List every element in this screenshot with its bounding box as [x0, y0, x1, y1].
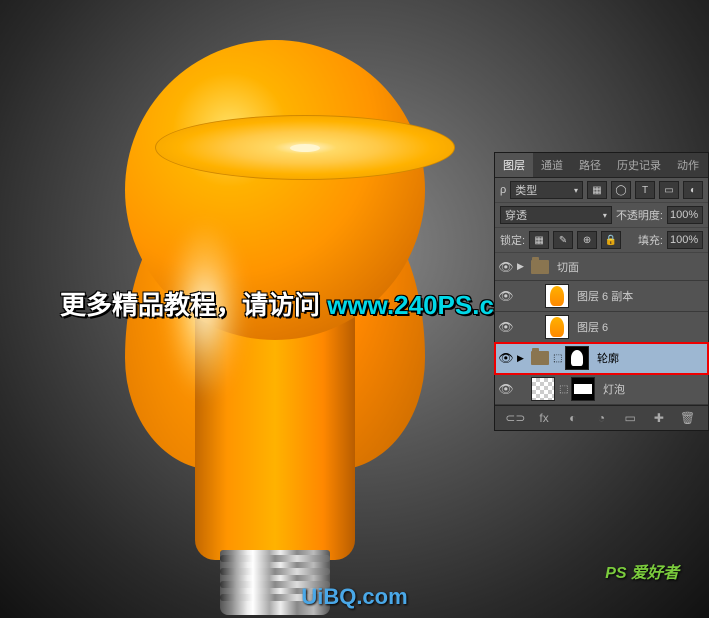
- link-icon: ⬚: [553, 353, 561, 364]
- filter-adjustment-icon[interactable]: ◯: [611, 181, 631, 199]
- new-layer-button[interactable]: ✚: [651, 410, 667, 426]
- filter-shape-icon[interactable]: ▭: [659, 181, 679, 199]
- chevron-down-icon: ▾: [603, 211, 607, 220]
- tab-paths[interactable]: 路径: [571, 153, 609, 177]
- overlay-promo-text: 更多精品教程，请访问 www.240PS.com: [60, 285, 533, 322]
- delete-layer-button[interactable]: 🗑: [680, 410, 696, 426]
- layer-name[interactable]: 切面: [553, 259, 704, 275]
- layer-name[interactable]: 图层 6: [573, 319, 704, 335]
- kind-icon: ρ: [500, 184, 506, 196]
- adjustment-layer-button[interactable]: ◔: [593, 410, 609, 426]
- layer-style-button[interactable]: fx: [536, 410, 552, 426]
- lock-all-icon[interactable]: 🔒: [601, 231, 621, 249]
- disclosure-triangle-icon[interactable]: ▶: [517, 261, 527, 272]
- layer-kind-dropdown[interactable]: 类型 ▾: [510, 181, 583, 199]
- blend-value: 穿透: [505, 207, 527, 223]
- opacity-value: 100%: [670, 209, 698, 221]
- new-group-button[interactable]: ▭: [622, 410, 638, 426]
- thread: [220, 555, 330, 562]
- overlay-prefix: 更多精品教程，请访问: [60, 290, 327, 320]
- orange-slice: [155, 115, 455, 180]
- layer-6[interactable]: 👁 图层 6: [495, 312, 708, 343]
- visibility-toggle[interactable]: 👁: [499, 320, 513, 334]
- layers-panel: 图层 通道 路径 历史记录 动作 ρ 类型 ▾ ▦ ◯ T ▭ ◐ 穿透 ▾ 不…: [494, 152, 709, 431]
- fill-label: 填充:: [638, 232, 663, 248]
- lock-label: 锁定:: [500, 232, 525, 248]
- disclosure-triangle-icon[interactable]: ▶: [517, 353, 527, 364]
- layer-name[interactable]: 轮廓: [593, 350, 704, 366]
- thread: [220, 568, 330, 575]
- layer-group-slice[interactable]: 👁 ▶ 切面: [495, 253, 708, 281]
- folder-icon: [531, 260, 549, 274]
- link-icon: ⬚: [559, 384, 567, 395]
- chevron-down-icon: ▾: [574, 186, 578, 195]
- layer-mask-button[interactable]: ◐: [565, 410, 581, 426]
- layer-bulb[interactable]: 👁 ⬚ 灯泡: [495, 374, 708, 405]
- layer-name[interactable]: 灯泡: [599, 381, 704, 397]
- thumbnail-preview: [550, 286, 564, 306]
- tab-channels[interactable]: 通道: [533, 153, 571, 177]
- lock-position-icon[interactable]: ⊕: [577, 231, 597, 249]
- watermark-uibq: UiBQ.com: [301, 584, 407, 610]
- tab-history[interactable]: 历史记录: [609, 153, 669, 177]
- lock-row: 锁定: ▦ ✎ ⊕ 🔒 填充: 100%: [495, 228, 708, 253]
- layer-mask-thumbnail[interactable]: [565, 346, 589, 370]
- opacity-input[interactable]: 100%: [667, 206, 703, 224]
- layer-name[interactable]: 图层 6 副本: [573, 288, 704, 304]
- fill-value: 100%: [670, 234, 698, 246]
- thumbnail-preview: [550, 317, 564, 337]
- opacity-label: 不透明度:: [616, 207, 663, 223]
- slice-center: [290, 144, 320, 152]
- visibility-toggle[interactable]: 👁: [499, 289, 513, 303]
- visibility-toggle[interactable]: 👁: [499, 260, 513, 274]
- blend-row: 穿透 ▾ 不透明度: 100%: [495, 203, 708, 228]
- folder-icon: [531, 351, 549, 365]
- layer-group-outline[interactable]: 👁 ▶ ⬚ 轮廓: [495, 343, 708, 374]
- mask-shape: [571, 350, 583, 366]
- kind-label: 类型: [515, 182, 537, 198]
- panel-tabs: 图层 通道 路径 历史记录 动作: [495, 153, 708, 178]
- visibility-toggle[interactable]: 👁: [499, 351, 513, 365]
- filter-type-icon[interactable]: T: [635, 181, 655, 199]
- layer-thumbnail[interactable]: [545, 315, 569, 339]
- layer-thumbnail[interactable]: [545, 284, 569, 308]
- layer-list: 👁 ▶ 切面 👁 图层 6 副本 👁 图层 6 👁 ▶ ⬚ 轮廓: [495, 253, 708, 405]
- filter-smart-icon[interactable]: ◐: [683, 181, 703, 199]
- mask-shape: [574, 384, 592, 394]
- watermark-ps: PS 爱好者: [605, 559, 679, 583]
- tab-layers[interactable]: 图层: [495, 153, 533, 177]
- layer-copy[interactable]: 👁 图层 6 副本: [495, 281, 708, 312]
- lock-pixels-icon[interactable]: ✎: [553, 231, 573, 249]
- link-layers-button[interactable]: ⊂⊃: [507, 410, 523, 426]
- panel-bottom-bar: ⊂⊃ fx ◐ ◔ ▭ ✚ 🗑: [495, 405, 708, 430]
- layer-mask-thumbnail[interactable]: [571, 377, 595, 401]
- lock-transparent-icon[interactable]: ▦: [529, 231, 549, 249]
- fill-input[interactable]: 100%: [667, 231, 703, 249]
- layer-thumbnail[interactable]: [531, 377, 555, 401]
- blend-mode-dropdown[interactable]: 穿透 ▾: [500, 206, 612, 224]
- tab-actions[interactable]: 动作: [669, 153, 707, 177]
- visibility-toggle[interactable]: 👁: [499, 382, 513, 396]
- filter-pixel-icon[interactable]: ▦: [587, 181, 607, 199]
- filter-row: ρ 类型 ▾ ▦ ◯ T ▭ ◐: [495, 178, 708, 203]
